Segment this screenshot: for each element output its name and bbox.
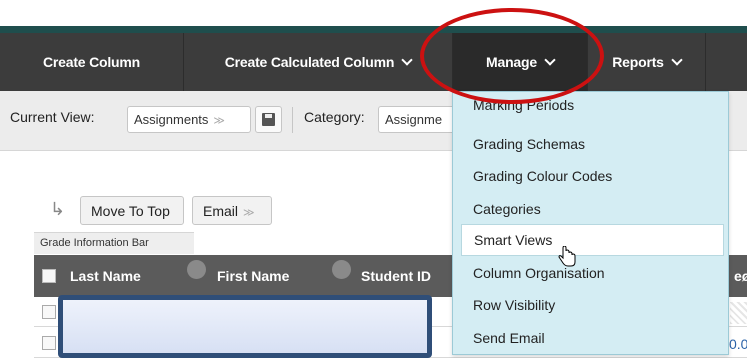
move-to-top-label: Move To Top	[91, 203, 170, 219]
current-view-value: Assignments	[134, 112, 209, 127]
double-chevron-down-icon: ≫	[243, 207, 255, 219]
select-all-checkbox[interactable]	[42, 269, 56, 283]
action-menubar: Create Column Create Calculated Column M…	[0, 33, 747, 91]
hatched-cell	[730, 302, 747, 324]
column-options-icon[interactable]	[187, 260, 206, 279]
floppy-disk-icon	[262, 113, 275, 126]
hand-cursor-icon	[558, 246, 576, 267]
row-checkbox[interactable]	[42, 305, 56, 319]
menu-item-label: Row Visibility	[473, 297, 556, 313]
column-header-last-name[interactable]: Last Name	[70, 255, 141, 297]
email-label: Email	[203, 203, 239, 219]
reports-menu-button[interactable]: Reports	[588, 33, 705, 91]
save-view-button[interactable]	[255, 106, 282, 133]
menu-item-categories[interactable]: Categories	[461, 193, 724, 225]
menu-item-column-organisation[interactable]: Column Organisation	[461, 257, 724, 289]
student-id-header-label: Student ID	[361, 268, 431, 284]
chevron-down-icon	[401, 54, 413, 66]
create-column-button[interactable]: Create Column	[0, 33, 183, 91]
menu-item-grading-colour-codes[interactable]: Grading Colour Codes	[461, 160, 724, 192]
column-header-truncated[interactable]: eøv	[734, 255, 747, 297]
category-select[interactable]: Assignme	[378, 106, 458, 133]
truncated-header-label: eøv	[734, 268, 747, 284]
category-value: Assignme	[385, 112, 443, 127]
redaction-box	[58, 295, 432, 358]
grade-information-bar[interactable]: Grade Information Bar	[34, 232, 194, 254]
header-strip	[0, 0, 747, 33]
grade-center-screen: Create Column Create Calculated Column M…	[0, 0, 747, 358]
column-header-student-id[interactable]: Student ID	[361, 255, 431, 297]
grade-information-bar-label: Grade Information Bar	[40, 237, 149, 249]
email-button[interactable]: Email ≫	[192, 196, 272, 225]
current-view-label: Current View:	[10, 109, 95, 125]
move-arrow-icon: ↳	[50, 199, 66, 219]
manage-dropdown-menu: Marking Periods Grading Schemas Grading …	[452, 91, 729, 355]
create-column-label: Create Column	[43, 54, 140, 70]
double-chevron-down-icon: ≫	[213, 115, 225, 127]
menu-item-send-email[interactable]: Send Email	[461, 322, 724, 354]
create-calculated-column-label: Create Calculated Column	[224, 54, 395, 70]
menu-item-smart-views[interactable]: Smart Views	[461, 224, 724, 256]
first-name-header-label: First Name	[217, 268, 290, 284]
menu-item-grading-schemas[interactable]: Grading Schemas	[461, 128, 724, 160]
current-view-select[interactable]: Assignments ≫	[127, 106, 251, 133]
move-to-top-button[interactable]: Move To Top	[80, 196, 184, 225]
menu-item-row-visibility[interactable]: Row Visibility	[461, 289, 724, 321]
brand-accent-bar	[0, 26, 747, 33]
menu-item-label: Categories	[473, 201, 541, 217]
menu-item-label: Grading Colour Codes	[473, 168, 613, 184]
row-checkbox[interactable]	[42, 336, 56, 350]
column-options-icon[interactable]	[332, 260, 351, 279]
menu-item-label: Send Email	[473, 330, 545, 346]
menu-divider	[705, 33, 706, 91]
create-calculated-column-button[interactable]: Create Calculated Column	[184, 33, 452, 91]
menu-item-label: Grading Schemas	[473, 136, 586, 152]
highlight-circle	[420, 8, 604, 104]
chevron-down-icon	[671, 54, 683, 66]
toolbar-divider	[292, 107, 293, 133]
menu-item-label: Smart Views	[474, 232, 553, 248]
last-name-header-label: Last Name	[70, 268, 141, 284]
column-header-first-name[interactable]: First Name	[217, 255, 289, 297]
grade-value-link[interactable]: 0.0	[729, 336, 747, 352]
category-label: Category:	[304, 109, 365, 125]
reports-label: Reports	[612, 54, 664, 70]
menu-item-label: Column Organisation	[473, 265, 605, 281]
